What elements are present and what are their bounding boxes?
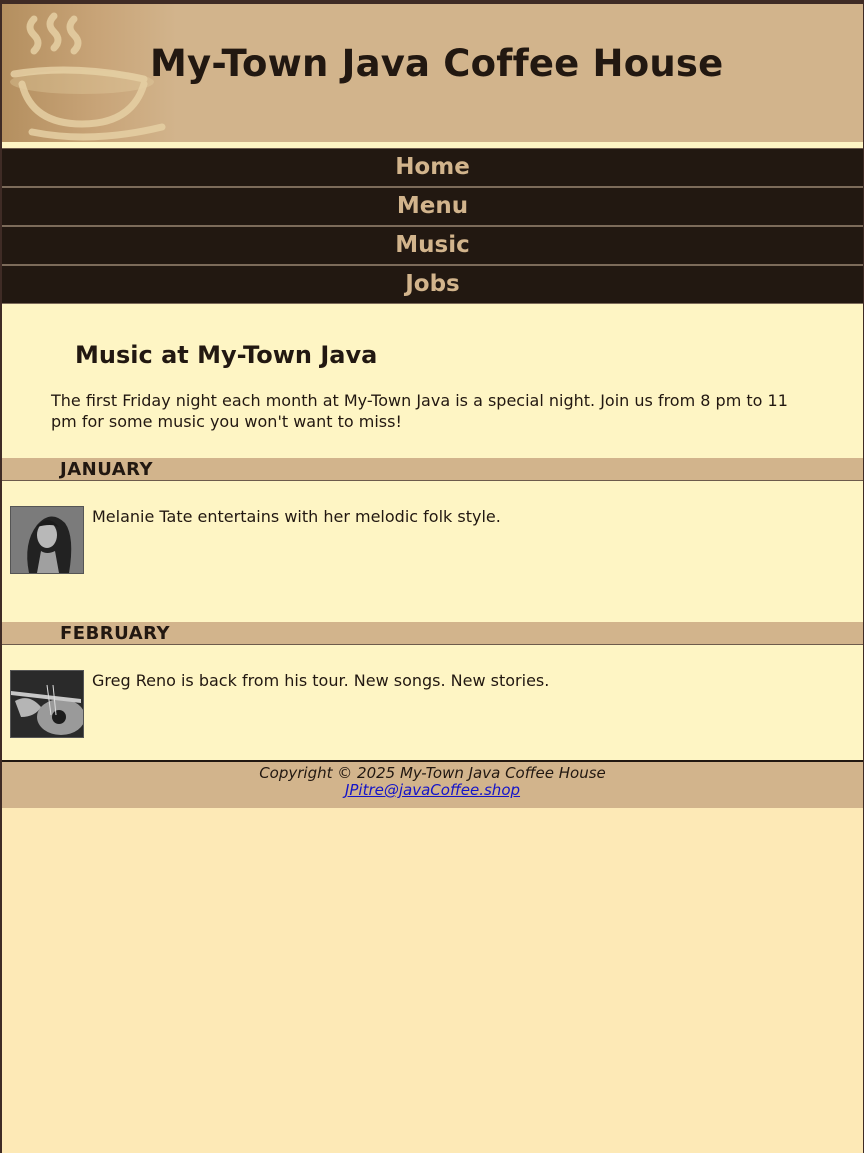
month-heading-january: JANUARY: [2, 458, 863, 481]
intro-text: The first Friday night each month at My-…: [51, 391, 788, 431]
copyright-text: Copyright © 2025 My-Town Java Coffee Hou…: [259, 764, 606, 782]
nav-item-jobs[interactable]: Jobs: [2, 266, 863, 304]
nav-item-home[interactable]: Home: [2, 149, 863, 188]
music-entry-february: Greg Reno is back from his tour. New son…: [2, 645, 863, 760]
wrapper: My-Town Java Coffee House Home Menu Musi…: [2, 4, 863, 808]
page-heading: Music at My-Town Java: [75, 341, 378, 369]
nav-item-menu[interactable]: Menu: [2, 188, 863, 227]
performer-photo-melanie: [10, 506, 84, 574]
site-title: My-Town Java Coffee House: [150, 42, 724, 85]
music-entry-january: Melanie Tate entertains with her melodic…: [2, 481, 863, 622]
entry-description: Greg Reno is back from his tour. New son…: [92, 671, 550, 690]
site-footer: Copyright © 2025 My-Town Java Coffee Hou…: [2, 760, 863, 808]
entry-description: Melanie Tate entertains with her melodic…: [92, 507, 501, 526]
month-heading-february: FEBRUARY: [2, 622, 863, 645]
site-header: My-Town Java Coffee House: [2, 4, 863, 142]
main-nav: Home Menu Music Jobs: [2, 148, 863, 304]
nav-item-music[interactable]: Music: [2, 227, 863, 266]
main-content: Music at My-Town Java The first Friday n…: [2, 304, 863, 760]
performer-photo-greg: [10, 670, 84, 738]
page: My-Town Java Coffee House Home Menu Musi…: [0, 0, 864, 1153]
email-link[interactable]: JPitre@javaCoffee.shop: [345, 781, 520, 799]
